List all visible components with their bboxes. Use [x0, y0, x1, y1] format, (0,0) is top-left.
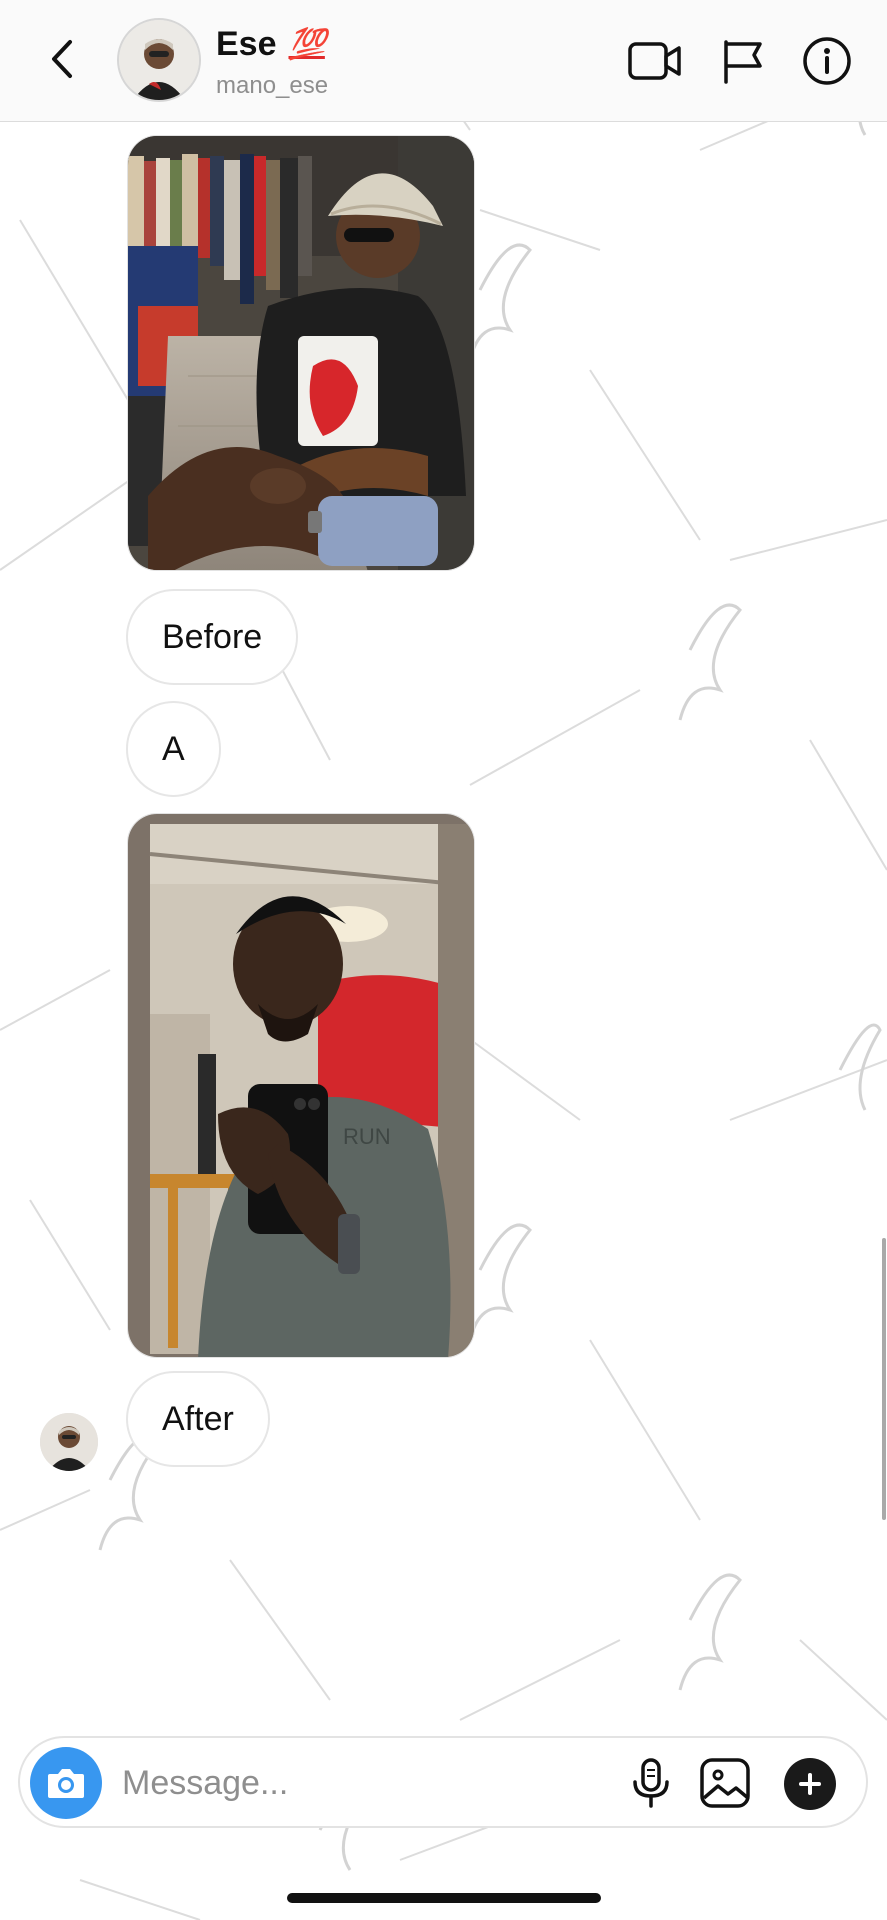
scroll-indicator — [882, 1238, 886, 1520]
home-indicator[interactable] — [287, 1893, 601, 1903]
hundred-badge: 💯 — [288, 27, 326, 61]
back-arrow-icon[interactable] — [44, 34, 84, 84]
message-bubble-after[interactable]: After — [126, 1371, 270, 1467]
camera-icon[interactable] — [30, 1747, 102, 1819]
video-call-icon[interactable] — [628, 36, 682, 86]
message-input[interactable] — [120, 1756, 504, 1810]
message-thread[interactable]: Before A RUN After — [0, 122, 887, 1732]
contact-avatar[interactable] — [117, 18, 201, 102]
message-bubble-before[interactable]: Before — [126, 589, 299, 685]
photo-selfie-icon: RUN — [128, 814, 474, 1357]
message-bubble-a[interactable]: A — [126, 701, 221, 797]
microphone-icon[interactable] — [624, 1756, 678, 1810]
svg-text:RUN: RUN — [343, 1124, 391, 1149]
contact-name: Ese — [216, 24, 277, 63]
contact-username: mano_ese — [216, 72, 329, 99]
gallery-icon[interactable] — [698, 1756, 752, 1810]
flag-icon[interactable] — [718, 36, 772, 86]
message-text: Before — [162, 617, 263, 656]
plus-icon[interactable] — [784, 1758, 836, 1810]
message-composer — [18, 1736, 868, 1828]
message-text: After — [162, 1399, 234, 1438]
message-photo-2[interactable]: RUN — [127, 813, 475, 1358]
chat-header: Ese 💯 mano_ese — [0, 0, 887, 122]
photo-shop-icon — [128, 136, 474, 570]
info-icon[interactable] — [800, 36, 854, 86]
contact-name-line[interactable]: Ese 💯 — [216, 22, 326, 66]
message-photo-1[interactable] — [127, 135, 475, 571]
sender-avatar[interactable] — [40, 1413, 98, 1471]
message-text: A — [162, 729, 185, 768]
